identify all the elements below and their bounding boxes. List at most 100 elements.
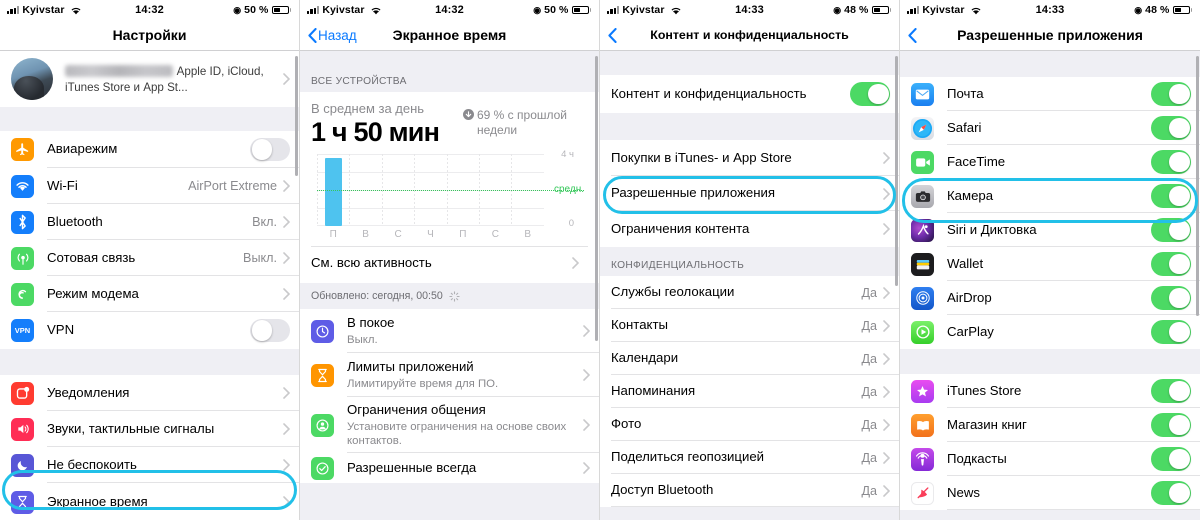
row-contacts[interactable]: Контакты Да (600, 309, 899, 342)
vpn-switch[interactable] (250, 318, 290, 343)
row-siri[interactable]: Siri и Диктовка (900, 213, 1200, 247)
carplay-switch[interactable] (1151, 320, 1191, 344)
camera-switch[interactable] (1151, 184, 1191, 208)
row-app-limits[interactable]: Лимиты приложений Лимитируйте время для П… (300, 353, 599, 397)
status-right: ◉ 48 % (1134, 4, 1192, 16)
row-mail[interactable]: Почта (900, 77, 1200, 111)
airdrop-icon (911, 286, 934, 310)
content-privacy-list[interactable]: Контент и конфиденциальность Покупки в i… (600, 50, 899, 520)
mail-switch[interactable] (1151, 82, 1191, 106)
back-button[interactable] (608, 27, 617, 43)
safari-switch[interactable] (1151, 116, 1191, 140)
content-privacy-switch[interactable] (850, 82, 890, 106)
row-always-allowed[interactable]: Разрешенные всегда (300, 453, 599, 483)
row-photos[interactable]: Фото Да (600, 408, 899, 441)
group-gap (900, 349, 1200, 374)
airdrop-switch[interactable] (1151, 286, 1191, 310)
row-vpn[interactable]: VPN VPN (0, 312, 299, 349)
row-hotspot[interactable]: Режим модема (0, 276, 299, 312)
chevron-right-icon (583, 369, 590, 381)
airplane-mode-switch[interactable] (250, 137, 290, 162)
row-bluetooth-sharing[interactable]: Доступ Bluetooth Да (600, 474, 899, 507)
row-airdrop[interactable]: AirDrop (900, 281, 1200, 315)
summary-top: В среднем за день 1 ч 50 мин 69 % с прош… (311, 101, 588, 148)
row-bluetooth[interactable]: Bluetooth Вкл. (0, 204, 299, 240)
screen-time-summary-card[interactable]: В среднем за день 1 ч 50 мин 69 % с прош… (300, 92, 599, 283)
news-icon (911, 481, 934, 505)
bluetooth-icon (11, 210, 34, 234)
status-left: Kyivstar (307, 4, 382, 16)
row-label: FaceTime (947, 153, 1006, 169)
scrollbar[interactable] (895, 56, 898, 286)
row-podcasts[interactable]: Подкасты (900, 442, 1200, 476)
row-books[interactable]: Магазин книг (900, 408, 1200, 442)
apple-id-row[interactable]: Apple ID, iCloud, iTunes Store и App St.… (0, 51, 299, 107)
row-label: Ограничения общения Установите ограничени… (347, 402, 583, 448)
chevron-right-icon (883, 223, 890, 235)
row-label: См. всю активность (311, 254, 432, 270)
status-left: Kyivstar (907, 4, 982, 16)
row-do-not-disturb[interactable]: Не беспокоить (0, 447, 299, 483)
itunes-store-switch[interactable] (1151, 379, 1191, 403)
nav-bar: Разрешенные приложения (900, 20, 1200, 50)
row-label: Wallet (947, 255, 984, 271)
siri-switch[interactable] (1151, 218, 1191, 242)
screen-screen-time: Kyivstar 14:32 ◉ 50 % Назад Экранное вре… (300, 0, 600, 520)
usage-chart: средн. 4 ч 0 П В С Ч П С В (313, 149, 586, 242)
row-wifi[interactable]: Wi-Fi AirPort Extreme (0, 168, 299, 204)
row-news[interactable]: News (900, 476, 1200, 510)
row-reminders[interactable]: Напоминания Да (600, 375, 899, 408)
row-calendars[interactable]: Календари Да (600, 342, 899, 375)
row-share-location[interactable]: Поделиться геопозицией Да (600, 441, 899, 474)
books-switch[interactable] (1151, 413, 1191, 437)
row-label: В покое Выкл. (347, 315, 583, 347)
row-itunes-store[interactable]: iTunes Store (900, 374, 1200, 408)
row-screen-time[interactable]: Экранное время (0, 483, 299, 520)
row-wallet[interactable]: Wallet (900, 247, 1200, 281)
row-label: Магазин книг (947, 416, 1027, 432)
row-allowed-apps[interactable]: Разрешенные приложения (600, 176, 899, 211)
row-sounds[interactable]: Звуки, тактильные сигналы (0, 411, 299, 447)
screen-time-list[interactable]: ВСЕ УСТРОЙСТВА В среднем за день 1 ч 50 … (300, 50, 599, 520)
row-see-all-activity[interactable]: См. всю активность (311, 246, 588, 279)
row-location-services[interactable]: Службы геолокации Да (600, 276, 899, 309)
scrollbar[interactable] (295, 56, 298, 176)
row-itunes-app-store-purchases[interactable]: Покупки в iTunes- и App Store (600, 140, 899, 176)
allowed-apps-list[interactable]: Почта Safari FaceTime Камера Siri и Дикт… (900, 50, 1200, 520)
back-button[interactable]: Назад (308, 27, 357, 43)
scrollbar[interactable] (1196, 56, 1199, 316)
back-button[interactable] (908, 27, 917, 43)
row-content-restrictions[interactable]: Ограничения контента (600, 211, 899, 247)
privacy-group: Службы геолокации Да Контакты Да Календа… (600, 276, 899, 507)
row-content-privacy-toggle[interactable]: Контент и конфиденциальность (600, 75, 899, 113)
row-label: Режим модема (47, 285, 139, 301)
chart-average-line (317, 190, 584, 191)
row-airplane-mode[interactable]: Авиарежим (0, 131, 299, 168)
wifi-icon (370, 6, 382, 15)
podcasts-switch[interactable] (1151, 447, 1191, 471)
chart-xtick: В (362, 229, 369, 240)
notifications-icon (11, 381, 34, 405)
row-safari[interactable]: Safari (900, 111, 1200, 145)
row-communication-limits[interactable]: Ограничения общения Установите ограничени… (300, 397, 599, 453)
safari-icon (911, 116, 934, 140)
chevron-right-icon (572, 257, 579, 269)
row-carplay[interactable]: CarPlay (900, 315, 1200, 349)
row-downtime[interactable]: В покое Выкл. (300, 309, 599, 353)
row-label: Не беспокоить (47, 456, 137, 472)
section-header-all-devices: ВСЕ УСТРОЙСТВА (300, 70, 599, 92)
news-switch[interactable] (1151, 481, 1191, 505)
downtime-icon (311, 319, 334, 343)
cellular-signal-icon (7, 6, 20, 14)
wifi-icon (970, 6, 982, 15)
status-bar: Kyivstar 14:32 ◉ 50 % (0, 0, 299, 20)
facetime-switch[interactable] (1151, 150, 1191, 174)
chevron-right-icon (583, 419, 590, 431)
row-cellular[interactable]: Сотовая связь Выкл. (0, 240, 299, 276)
scrollbar[interactable] (595, 56, 598, 341)
row-notifications[interactable]: Уведомления (0, 375, 299, 411)
settings-list[interactable]: Apple ID, iCloud, iTunes Store и App St.… (0, 50, 299, 520)
wallet-switch[interactable] (1151, 252, 1191, 276)
row-facetime[interactable]: FaceTime (900, 145, 1200, 179)
row-camera[interactable]: Камера (900, 179, 1200, 213)
